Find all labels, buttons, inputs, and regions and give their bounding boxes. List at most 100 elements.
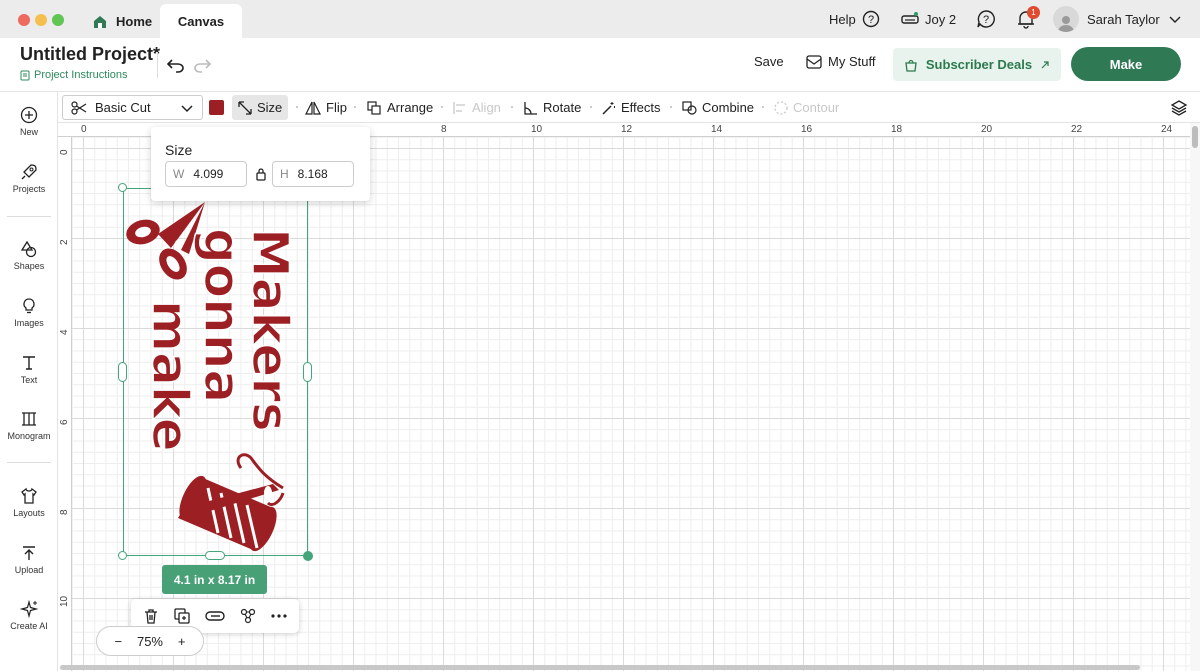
- ruler-left: 0 2 4 6 8 10: [58, 137, 72, 671]
- arrange-label: Arrange: [387, 100, 434, 115]
- subscriber-deals-button[interactable]: Subscriber Deals: [893, 48, 1061, 81]
- sidebar-item-label: Layouts: [13, 508, 45, 518]
- cutting-machine-icon: [901, 12, 919, 24]
- home-icon: [94, 15, 106, 28]
- sidebar-item-label: Shapes: [13, 261, 45, 271]
- undo-icon[interactable]: [166, 54, 186, 74]
- rotate-handle[interactable]: [118, 183, 127, 192]
- zoom-in-button[interactable]: +: [178, 634, 186, 649]
- ruler-label: 0: [81, 124, 87, 135]
- effects-label: Effects: [621, 100, 661, 115]
- zoom-out-button[interactable]: −: [114, 634, 122, 649]
- horizontal-scrollbar-thumb[interactable]: [60, 665, 1140, 670]
- plus-circle-icon: [20, 106, 38, 124]
- project-header: Untitled Project* Project Instructions S…: [0, 38, 1200, 92]
- more-icon[interactable]: [270, 607, 288, 625]
- group-icon[interactable]: [239, 607, 257, 625]
- width-label: W: [173, 167, 185, 181]
- left-toolbar: New Projects Shapes Images Text Monogram: [0, 92, 58, 671]
- my-stuff-button[interactable]: My Stuff: [806, 54, 875, 69]
- monogram-icon: [22, 412, 36, 426]
- height-field[interactable]: H 8.168: [272, 161, 354, 187]
- ruler-label: 18: [891, 124, 903, 135]
- align-label: Align: [472, 100, 501, 115]
- ruler-label: 10: [531, 124, 543, 135]
- sidebar-item-upload[interactable]: Upload: [0, 544, 58, 575]
- flip-button[interactable]: Flip: [299, 95, 353, 120]
- trash-icon[interactable]: [142, 607, 160, 625]
- ruler-label: 10: [59, 595, 70, 607]
- arrange-button[interactable]: Arrange: [361, 95, 439, 120]
- attach-icon[interactable]: [205, 607, 225, 625]
- scissors-icon: [71, 100, 87, 115]
- toolbar-separator: [590, 106, 592, 108]
- maximize-window-button[interactable]: [52, 14, 64, 26]
- zoom-control: − 75% +: [96, 626, 204, 656]
- sidebar-item-projects[interactable]: Projects: [0, 163, 58, 194]
- sidebar-item-monogram[interactable]: Monogram: [0, 410, 58, 441]
- minimize-window-button[interactable]: [35, 14, 47, 26]
- contour-button[interactable]: Contour: [768, 95, 845, 120]
- tab-canvas[interactable]: Canvas: [160, 4, 242, 38]
- duplicate-icon[interactable]: [173, 607, 191, 625]
- help-button[interactable]: Help ?: [829, 0, 880, 38]
- tab-home[interactable]: Home: [80, 5, 164, 38]
- resize-handle-left[interactable]: [118, 362, 127, 382]
- contour-label: Contour: [793, 100, 840, 115]
- rotate-button[interactable]: Rotate: [518, 95, 587, 120]
- contour-icon: [774, 100, 788, 115]
- user-menu[interactable]: Sarah Taylor: [1053, 0, 1182, 38]
- close-window-button[interactable]: [18, 14, 30, 26]
- project-instructions-link[interactable]: Project Instructions: [20, 69, 128, 81]
- upload-icon: [23, 546, 35, 560]
- combine-button[interactable]: Combine: [676, 95, 760, 120]
- sidebar-item-shapes[interactable]: Shapes: [0, 240, 58, 271]
- redo-icon[interactable]: [192, 54, 212, 74]
- make-button[interactable]: Make: [1071, 47, 1181, 81]
- sidebar-divider: [7, 216, 51, 217]
- sidebar-item-new[interactable]: New: [0, 106, 58, 137]
- machine-label: Joy 2: [925, 11, 957, 27]
- width-field[interactable]: W 4.099: [165, 161, 247, 187]
- vertical-scrollbar[interactable]: [1190, 123, 1200, 671]
- support-button[interactable]: ?: [976, 0, 996, 38]
- sidebar-item-text[interactable]: Text: [0, 354, 58, 385]
- toolbar-separator: [354, 106, 356, 108]
- resize-handle-right[interactable]: [303, 362, 312, 382]
- angle-icon: [524, 101, 537, 115]
- ruler-label: 20: [981, 124, 993, 135]
- toolbar-separator: [762, 106, 764, 108]
- zoom-level: 75%: [136, 633, 163, 649]
- operation-select[interactable]: Basic Cut: [62, 95, 203, 120]
- user-name: Sarah Taylor: [1087, 11, 1160, 27]
- sidebar-item-create-ai[interactable]: Create AI: [0, 600, 58, 631]
- scale-handle[interactable]: [303, 551, 313, 561]
- size-button[interactable]: Size: [232, 95, 289, 120]
- resize-handle-bottom-left[interactable]: [118, 551, 127, 560]
- sidebar-item-layouts[interactable]: Layouts: [0, 487, 58, 518]
- document-icon: [20, 70, 30, 80]
- svg-text:?: ?: [868, 14, 874, 26]
- shapes-icon: [20, 240, 37, 258]
- save-button[interactable]: Save: [754, 54, 784, 69]
- notification-badge: 1: [1027, 6, 1040, 19]
- shopping-bag-icon: [905, 59, 917, 72]
- svg-text:?: ?: [983, 14, 989, 26]
- resize-handle-bottom[interactable]: [205, 551, 225, 560]
- notifications-button[interactable]: 1: [1016, 0, 1040, 38]
- flip-icon: [305, 101, 321, 115]
- align-button[interactable]: Align: [447, 95, 507, 120]
- vertical-scrollbar-thumb[interactable]: [1192, 126, 1198, 148]
- lock-icon[interactable]: [254, 167, 268, 181]
- resize-arrows-icon: [238, 100, 252, 115]
- size-popup: Size W 4.099 H 8.168: [151, 127, 370, 201]
- sidebar-item-images[interactable]: Images: [0, 297, 58, 328]
- person-icon: [1058, 16, 1074, 32]
- color-swatch[interactable]: [209, 100, 224, 115]
- machine-selector[interactable]: Joy 2: [901, 0, 956, 38]
- operation-value: Basic Cut: [95, 100, 151, 115]
- chat-question-icon: ?: [977, 10, 995, 28]
- layers-icon[interactable]: [1170, 99, 1188, 117]
- effects-button[interactable]: Effects: [596, 95, 667, 120]
- project-title[interactable]: Untitled Project*: [20, 44, 160, 65]
